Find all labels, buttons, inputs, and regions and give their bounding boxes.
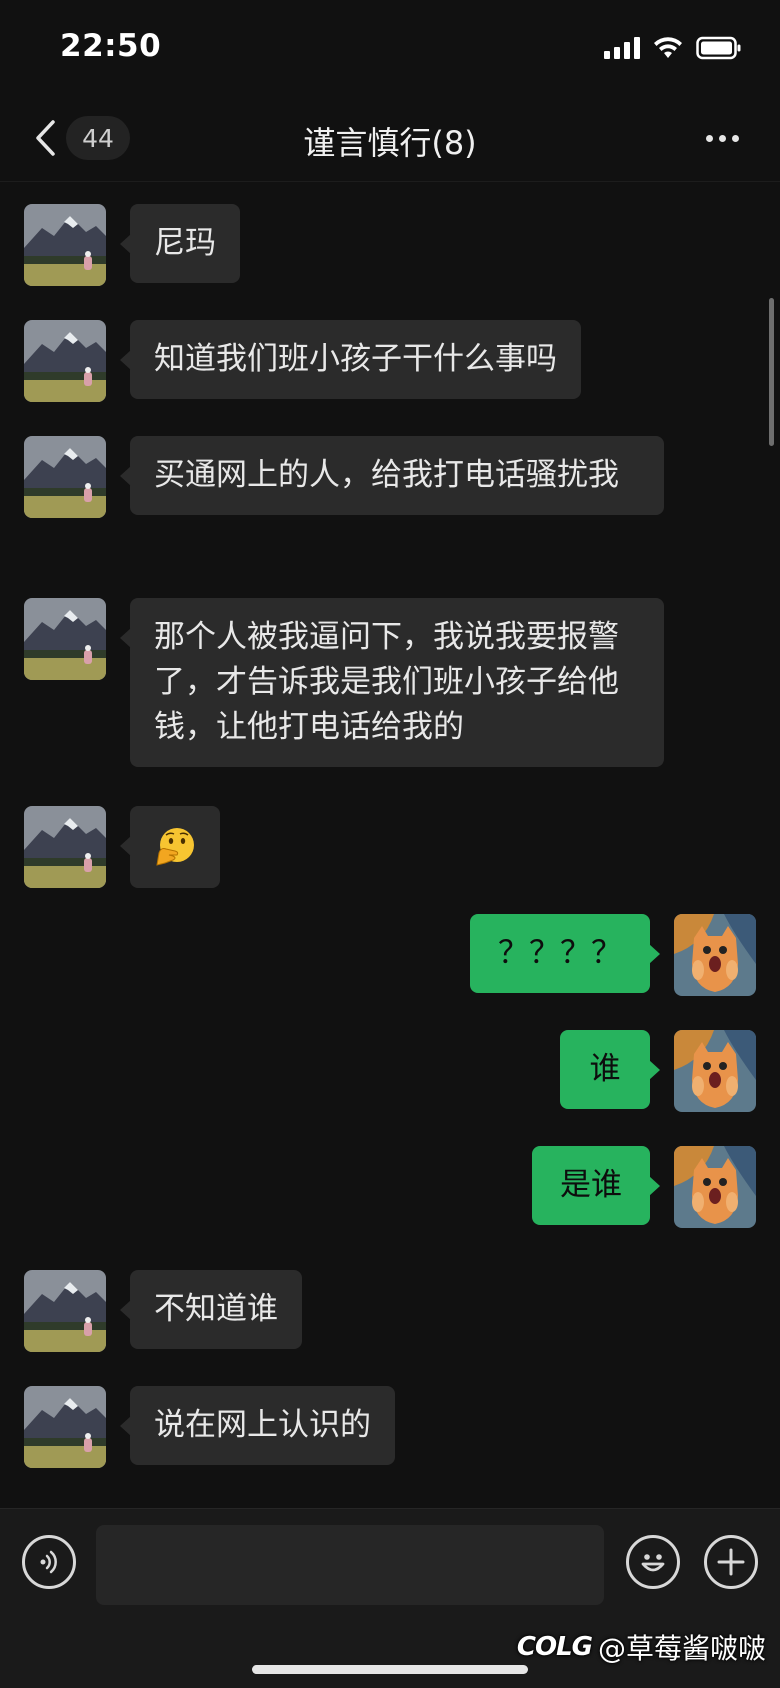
wifi-icon [654, 37, 682, 58]
incoming-message-bubble[interactable]: 说在网上认识的 [120, 1386, 395, 1465]
message-input[interactable] [96, 1525, 604, 1605]
avatar[interactable] [674, 1030, 756, 1112]
incoming-message-bubble[interactable]: 知道我们班小孩子干什么事吗 [120, 320, 581, 399]
voice-wave-icon [40, 1550, 57, 1574]
avatar[interactable] [24, 436, 106, 518]
avatar[interactable] [674, 914, 756, 996]
status-time: 22:50 [60, 28, 162, 64]
plus-icon [717, 1548, 745, 1576]
emoji-button[interactable] [626, 1535, 680, 1589]
incoming-message-bubble[interactable]: 那个人被我逼问下，我说我要报警了，才告诉我是我们班小孩子给他钱，让他打电话给我的 [120, 598, 664, 767]
mountain-landscape-avatar-image [24, 1270, 106, 1352]
orange-cat-avatar-image [674, 914, 756, 996]
avatar[interactable] [24, 204, 106, 286]
more-options-button[interactable] [700, 120, 744, 156]
chat-title: 谨言慎行(8) [303, 124, 477, 162]
outgoing-message-bubble[interactable]: 是谁 [532, 1146, 660, 1225]
input-bar: COLG @草莓酱啵啵 [0, 1508, 780, 1688]
watermark-logo: COLG [516, 1632, 593, 1662]
mountain-landscape-avatar-image [24, 1386, 106, 1468]
avatar[interactable] [674, 1146, 756, 1228]
avatar[interactable] [24, 1386, 106, 1468]
hand-over-mouth-emoji-icon [156, 828, 194, 866]
status-icons [604, 36, 742, 60]
mountain-landscape-avatar-image [24, 204, 106, 286]
status-bar: 22:50 [0, 0, 780, 100]
orange-cat-avatar-image [674, 1146, 756, 1228]
home-indicator[interactable] [252, 1665, 528, 1674]
voice-input-button[interactable] [22, 1535, 76, 1589]
incoming-message-bubble[interactable]: 买通网上的人，给我打电话骚扰我 [120, 436, 664, 515]
mountain-landscape-avatar-image [24, 598, 106, 680]
outgoing-message-bubble[interactable]: 谁 [560, 1030, 660, 1109]
outgoing-message-bubble[interactable]: ？？？？ [470, 914, 660, 993]
cellular-signal-icon [604, 37, 640, 59]
mountain-landscape-avatar-image [24, 806, 106, 888]
mountain-landscape-avatar-image [24, 436, 106, 518]
incoming-message-bubble[interactable]: 不知道谁 [120, 1270, 302, 1349]
avatar[interactable] [24, 598, 106, 680]
watermark: COLG @草莓酱啵啵 [517, 1627, 766, 1667]
smiley-face-icon [641, 1554, 665, 1572]
incoming-message-bubble[interactable] [120, 806, 220, 888]
scrollbar[interactable] [769, 298, 774, 446]
chat-header: 44 谨言慎行(8) [0, 100, 780, 182]
mountain-landscape-avatar-image [24, 320, 106, 402]
avatar[interactable] [24, 806, 106, 888]
avatar[interactable] [24, 1270, 106, 1352]
orange-cat-avatar-image [674, 1030, 756, 1112]
battery-icon [696, 36, 741, 60]
message-list[interactable]: 尼玛 知道我们班小孩子干什么事吗 买通网上的人，给我打电话骚扰我 那个人被我逼问… [0, 182, 780, 1508]
avatar[interactable] [24, 320, 106, 402]
more-functions-button[interactable] [704, 1535, 758, 1589]
incoming-message-bubble[interactable]: 尼玛 [120, 204, 240, 283]
watermark-text: @草莓酱啵啵 [597, 1632, 766, 1665]
